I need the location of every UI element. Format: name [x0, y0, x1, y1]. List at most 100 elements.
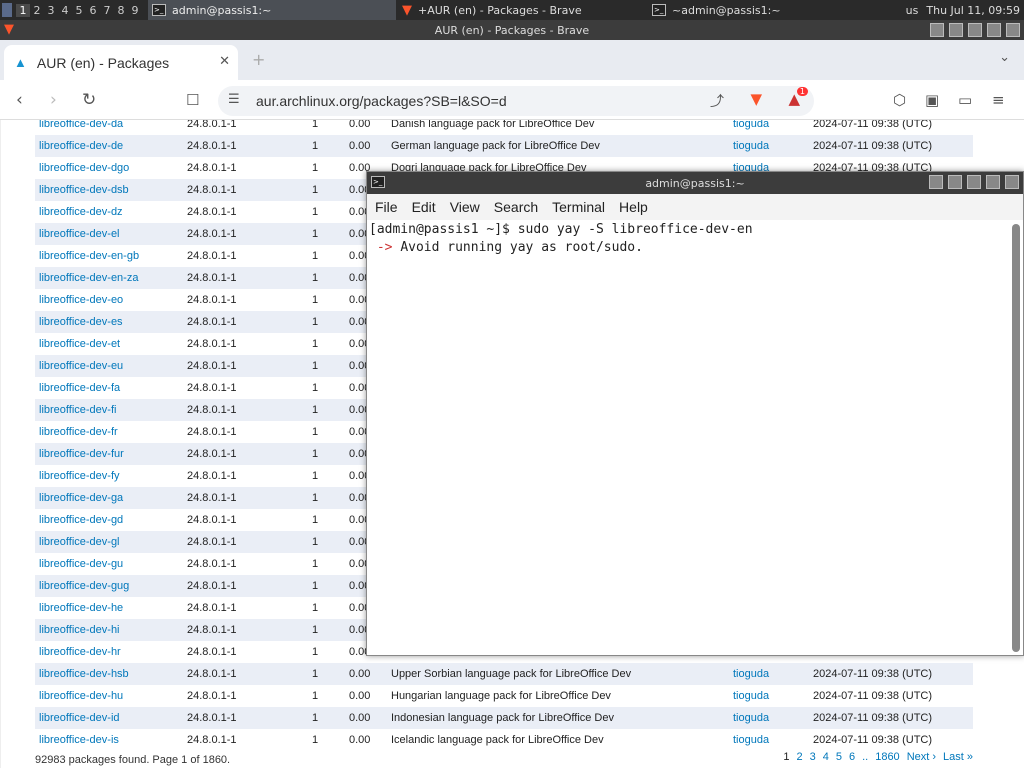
workspace-6[interactable]: 6 [86, 4, 100, 17]
taskbar-item-terminal[interactable]: >_ admin@passis1:~ [148, 0, 396, 20]
move-icon[interactable] [948, 175, 962, 189]
package-name-link[interactable]: libreoffice-dev-en-gb [35, 245, 183, 267]
package-name-link[interactable]: libreoffice-dev-gl [35, 531, 183, 553]
page-link[interactable]: 1860 [875, 751, 899, 763]
address-bar[interactable]: ☰ aur.archlinux.org/packages?SB=l&SO=d ⤴… [218, 86, 814, 116]
menu-icon[interactable] [2, 3, 12, 17]
wallet-icon[interactable]: ▭ [958, 90, 972, 110]
minimize-icon[interactable] [968, 23, 982, 37]
maximize-icon[interactable] [986, 175, 1000, 189]
maximize-icon[interactable] [987, 23, 1001, 37]
menu-help[interactable]: Help [619, 199, 648, 215]
package-name-link[interactable]: libreoffice-dev-dsb [35, 179, 183, 201]
workspace-3[interactable]: 3 [44, 4, 58, 17]
package-name-link[interactable]: libreoffice-dev-hsb [35, 663, 183, 685]
package-name-link[interactable]: libreoffice-dev-is [35, 729, 183, 751]
archlinux-icon: ▲ [14, 55, 27, 70]
package-maintainer-link[interactable]: tioguda [729, 663, 809, 685]
move-icon[interactable] [949, 23, 963, 37]
brave-shields-icon[interactable]: ▼ [750, 90, 762, 108]
package-name-link[interactable]: libreoffice-dev-en-za [35, 267, 183, 289]
package-version: 24.8.0.1-1 [187, 360, 237, 372]
sidebar-icon[interactable]: ▣ [925, 90, 939, 110]
menu-search[interactable]: Search [494, 199, 538, 215]
package-name-link[interactable]: libreoffice-dev-gd [35, 509, 183, 531]
workspace-2[interactable]: 2 [30, 4, 44, 17]
package-maintainer-link[interactable]: tioguda [729, 135, 809, 157]
close-tab-icon[interactable]: ✕ [219, 53, 230, 69]
workspace-7[interactable]: 7 [100, 4, 114, 17]
package-name-link[interactable]: libreoffice-dev-hr [35, 641, 183, 663]
menu-view[interactable]: View [450, 199, 480, 215]
package-name-link[interactable]: libreoffice-dev-es [35, 311, 183, 333]
package-name-link[interactable]: libreoffice-dev-et [35, 333, 183, 355]
menu-terminal[interactable]: Terminal [552, 199, 605, 215]
terminal-titlebar[interactable]: >_ admin@passis1:~ [367, 172, 1023, 194]
package-name-link[interactable]: libreoffice-dev-de [35, 135, 183, 157]
package-name-link[interactable]: libreoffice-dev-fi [35, 399, 183, 421]
package-name-link[interactable]: libreoffice-dev-fy [35, 465, 183, 487]
shade-icon[interactable] [930, 23, 944, 37]
page-link: .. [862, 751, 869, 763]
package-name-link[interactable]: libreoffice-dev-fr [35, 421, 183, 443]
package-name-link[interactable]: libreoffice-dev-eo [35, 289, 183, 311]
share-icon[interactable]: ⤴ [710, 91, 724, 111]
page-link[interactable]: 3 [810, 751, 816, 763]
workspace-1[interactable]: 1 [16, 3, 30, 17]
package-popularity: 0.00 [349, 712, 371, 724]
page-link[interactable]: Next › [907, 751, 936, 763]
bookmark-icon[interactable]: ☐ [186, 90, 199, 110]
package-name-link[interactable]: libreoffice-dev-el [35, 223, 183, 245]
taskbar-item-terminal-2[interactable]: >_ ~admin@passis1:~ [648, 0, 896, 20]
workspace-8[interactable]: 8 [114, 4, 128, 17]
chevron-down-icon[interactable]: ⌄ [999, 50, 1010, 65]
page-link[interactable]: Last » [943, 751, 973, 763]
terminal-scrollbar[interactable] [1012, 224, 1020, 652]
package-maintainer-link[interactable]: tioguda [729, 729, 809, 751]
workspace-4[interactable]: 4 [58, 4, 72, 17]
minimize-icon[interactable] [967, 175, 981, 189]
site-settings-icon[interactable]: ☰ [228, 92, 240, 107]
package-maintainer-link[interactable]: tioguda [729, 685, 809, 707]
taskbar-item-browser[interactable]: ▼ +AUR (en) - Packages - Brave [398, 0, 646, 20]
package-name-link[interactable]: libreoffice-dev-ga [35, 487, 183, 509]
package-maintainer-link[interactable]: tioguda [729, 707, 809, 729]
package-name-link[interactable]: libreoffice-dev-eu [35, 355, 183, 377]
package-name-link[interactable]: libreoffice-dev-hu [35, 685, 183, 707]
page-link[interactable]: 2 [796, 751, 802, 763]
url-text[interactable]: aur.archlinux.org/packages?SB=l&SO=d [256, 93, 507, 109]
package-name-link[interactable]: libreoffice-dev-gug [35, 575, 183, 597]
shade-icon[interactable] [929, 175, 943, 189]
menu-file[interactable]: File [375, 199, 398, 215]
package-name-link[interactable]: libreoffice-dev-da [35, 120, 183, 135]
tab-aur-packages[interactable]: ▲ AUR (en) - Packages ✕ [4, 45, 238, 80]
forward-icon[interactable]: › [50, 90, 57, 110]
terminal-output[interactable]: [admin@passis1 ~]$ sudo yay -S libreoffi… [367, 220, 1007, 655]
menu-hamburger-icon[interactable]: ≡ [992, 90, 1005, 110]
new-tab-icon[interactable]: + [252, 50, 265, 69]
package-name-link[interactable]: libreoffice-dev-he [35, 597, 183, 619]
keyboard-layout[interactable]: us [906, 4, 919, 17]
back-icon[interactable]: ‹ [16, 90, 23, 110]
workspace-9[interactable]: 9 [128, 4, 142, 17]
package-name-link[interactable]: libreoffice-dev-gu [35, 553, 183, 575]
package-name-link[interactable]: libreoffice-dev-hi [35, 619, 183, 641]
close-icon[interactable] [1005, 175, 1019, 189]
clock[interactable]: Thu Jul 11, 09:59 [926, 4, 1020, 17]
close-icon[interactable] [1006, 23, 1020, 37]
workspace-5[interactable]: 5 [72, 4, 86, 17]
reload-icon[interactable]: ↻ [82, 90, 96, 110]
package-name-link[interactable]: libreoffice-dev-id [35, 707, 183, 729]
page-link[interactable]: 6 [849, 751, 855, 763]
package-name-link[interactable]: libreoffice-dev-dgo [35, 157, 183, 179]
package-votes: 1 [311, 558, 319, 570]
extensions-icon[interactable]: ⬡ [893, 90, 906, 110]
package-name-link[interactable]: libreoffice-dev-fur [35, 443, 183, 465]
package-name-link[interactable]: libreoffice-dev-dz [35, 201, 183, 223]
terminal-window[interactable]: >_ admin@passis1:~ File Edit View Search… [366, 171, 1024, 656]
menu-edit[interactable]: Edit [412, 199, 436, 215]
package-maintainer-link[interactable]: tioguda [729, 120, 809, 135]
package-name-link[interactable]: libreoffice-dev-fa [35, 377, 183, 399]
page-link[interactable]: 5 [836, 751, 842, 763]
page-link[interactable]: 4 [823, 751, 829, 763]
